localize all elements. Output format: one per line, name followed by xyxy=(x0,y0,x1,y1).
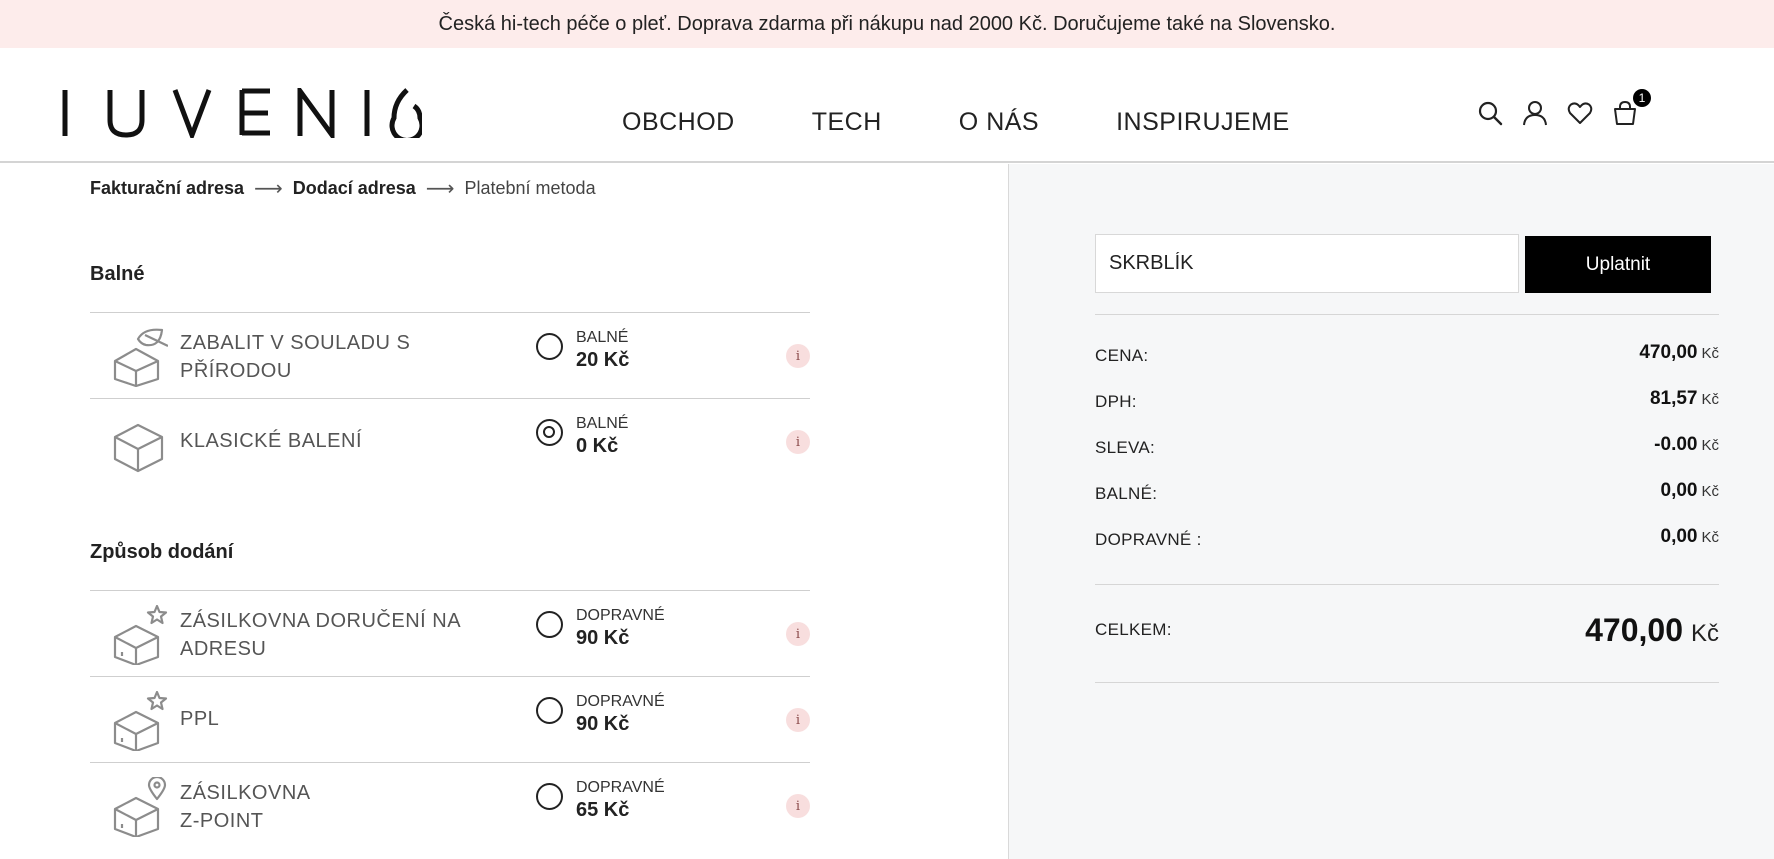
total-value: 470,00 Kč xyxy=(1585,612,1719,649)
option-price: DOPRAVNÉ 90 Kč xyxy=(576,607,665,650)
currency: Kč xyxy=(1701,437,1719,454)
price-value: 0 Kč xyxy=(576,435,619,457)
nav-inspirujeme[interactable]: INSPIRUJEME xyxy=(1116,108,1290,137)
amount: -0.00 xyxy=(1654,434,1698,455)
amount: 470,00 xyxy=(1639,342,1698,363)
option-label: ZÁSILKOVNA Z-POINT xyxy=(180,782,311,832)
shipping-option-zpoint[interactable]: ZÁSILKOVNA Z-POINT DOPRAVNÉ 65 Kč i xyxy=(90,763,810,849)
price-value: 90 Kč xyxy=(576,713,630,735)
star-box-icon xyxy=(113,605,168,665)
search-icon[interactable] xyxy=(1477,100,1503,126)
order-summary: Uplatnit CENA: 470,00Kč DPH: 81,57Kč SLE… xyxy=(1008,164,1774,859)
breadcrumb-arrow: ⟶ xyxy=(425,178,455,200)
price-value: 65 Kč xyxy=(576,799,630,821)
info-icon[interactable]: i xyxy=(786,430,810,454)
total-label: CELKEM: xyxy=(1095,620,1172,639)
option-label: ZABALIT V SOULADU S PŘÍRODOU xyxy=(180,332,411,382)
site-header: OBCHOD TECH O NÁS INSPIRUJEME 1 xyxy=(0,48,1774,163)
nav-obchod[interactable]: OBCHOD xyxy=(622,108,735,137)
currency: Kč xyxy=(1701,529,1719,546)
cart-count-badge: 1 xyxy=(1633,89,1651,107)
summary-value: -0.00 Kč xyxy=(1654,434,1719,456)
option-price: BALNÉ 0 Kč xyxy=(576,415,628,458)
packaging-option-classic[interactable]: KLASICKÉ BALENÍ BALNÉ 0 Kč i xyxy=(90,399,810,485)
currency: Kč xyxy=(1701,345,1719,362)
summary-divider xyxy=(1095,314,1719,315)
option-price: DOPRAVNÉ 65 Kč xyxy=(576,779,665,822)
summary-value: 470,00 Kč xyxy=(1639,342,1719,364)
summary-value: 0,00 Kč xyxy=(1661,480,1720,502)
price-value: 90 Kč xyxy=(576,627,630,649)
summary-label: CENA: xyxy=(1095,346,1149,365)
summary-label: BALNÉ: xyxy=(1095,484,1158,503)
announcement-bar: Česká hi-tech péče o pleť. Doprava zdarm… xyxy=(0,0,1774,48)
radio-button[interactable] xyxy=(536,697,563,724)
info-icon[interactable]: i xyxy=(786,794,810,818)
star-box-icon xyxy=(113,691,168,751)
cart-icon[interactable]: 1 xyxy=(1612,89,1651,126)
shipping-option-ppl[interactable]: PPL DOPRAVNÉ 90 Kč i xyxy=(90,677,810,763)
amount: 0,00 xyxy=(1660,526,1698,547)
nav-tech[interactable]: TECH xyxy=(812,108,882,137)
info-icon[interactable]: i xyxy=(786,708,810,732)
price-label: BALNÉ xyxy=(576,329,629,346)
summary-value: 0,00 Kč xyxy=(1661,526,1720,548)
price-label: DOPRAVNÉ xyxy=(576,779,665,796)
total-currency: Kč xyxy=(1690,620,1719,647)
shipping-option-zasilkovna-address[interactable]: ZÁSILKOVNA DORUČENÍ NA ADRESU DOPRAVNÉ 9… xyxy=(90,591,810,677)
summary-divider xyxy=(1095,584,1719,585)
info-icon[interactable]: i xyxy=(786,344,810,368)
breadcrumb-arrow: ⟶ xyxy=(254,178,283,200)
amount: 81,57 xyxy=(1649,388,1698,409)
packaging-option-eco[interactable]: ZABALIT V SOULADU S PŘÍRODOU BALNÉ 20 Kč… xyxy=(90,313,810,399)
summary-label: DPH: xyxy=(1095,392,1137,411)
packaging-options: ZABALIT V SOULADU S PŘÍRODOU BALNÉ 20 Kč… xyxy=(90,312,810,485)
price-label: BALNÉ xyxy=(576,415,629,432)
packaging-title: Balné xyxy=(90,263,145,285)
option-price: BALNÉ 20 Kč xyxy=(576,329,629,372)
heart-icon[interactable] xyxy=(1567,100,1593,126)
radio-button[interactable] xyxy=(536,611,563,638)
option-price: DOPRAVNÉ 90 Kč xyxy=(576,693,665,736)
apply-coupon-button[interactable]: Uplatnit xyxy=(1525,236,1711,293)
breadcrumb-billing[interactable]: Fakturační adresa xyxy=(90,178,244,199)
price-label: DOPRAVNÉ xyxy=(576,607,665,624)
currency: Kč xyxy=(1701,391,1719,408)
summary-label: DOPRAVNÉ : xyxy=(1095,530,1202,549)
breadcrumb-payment: Platební metoda xyxy=(464,178,596,198)
nav-o-nas[interactable]: O NÁS xyxy=(959,108,1039,137)
checkout-options: Fakturační adresa ⟶ Dodací adresa ⟶ Plat… xyxy=(0,164,1008,859)
radio-button-selected[interactable] xyxy=(536,419,563,446)
option-label: PPL xyxy=(180,708,220,730)
main-nav: OBCHOD TECH O NÁS INSPIRUJEME xyxy=(622,108,1367,137)
pin-box-icon xyxy=(113,777,167,837)
option-label: KLASICKÉ BALENÍ xyxy=(180,430,363,452)
shipping-title: Způsob dodání xyxy=(90,541,234,563)
iuvenio-logo[interactable] xyxy=(62,88,422,138)
shipping-options: ZÁSILKOVNA DORUČENÍ NA ADRESU DOPRAVNÉ 9… xyxy=(90,590,810,849)
summary-value: 81,57 Kč xyxy=(1650,388,1719,410)
radio-button[interactable] xyxy=(536,333,563,360)
box-icon xyxy=(113,423,164,473)
radio-button[interactable] xyxy=(536,783,563,810)
breadcrumb: Fakturační adresa ⟶ Dodací adresa ⟶ Plat… xyxy=(90,176,596,201)
price-label: DOPRAVNÉ xyxy=(576,693,665,710)
eco-box-icon xyxy=(113,328,168,387)
summary-label: SLEVA: xyxy=(1095,438,1156,457)
amount: 0,00 xyxy=(1660,480,1698,501)
info-icon[interactable]: i xyxy=(786,622,810,646)
total-amount: 470,00 xyxy=(1585,612,1683,648)
coupon-input[interactable] xyxy=(1095,234,1519,293)
price-value: 20 Kč xyxy=(576,349,630,371)
announcement-text: Česká hi-tech péče o pleť. Doprava zdarm… xyxy=(438,12,1336,35)
currency: Kč xyxy=(1701,483,1719,500)
summary-divider xyxy=(1095,682,1719,683)
header-icons: 1 xyxy=(1477,89,1657,126)
option-label: ZÁSILKOVNA DORUČENÍ NA ADRESU xyxy=(180,610,460,660)
breadcrumb-delivery[interactable]: Dodací adresa xyxy=(293,178,416,199)
user-icon[interactable] xyxy=(1522,100,1548,126)
